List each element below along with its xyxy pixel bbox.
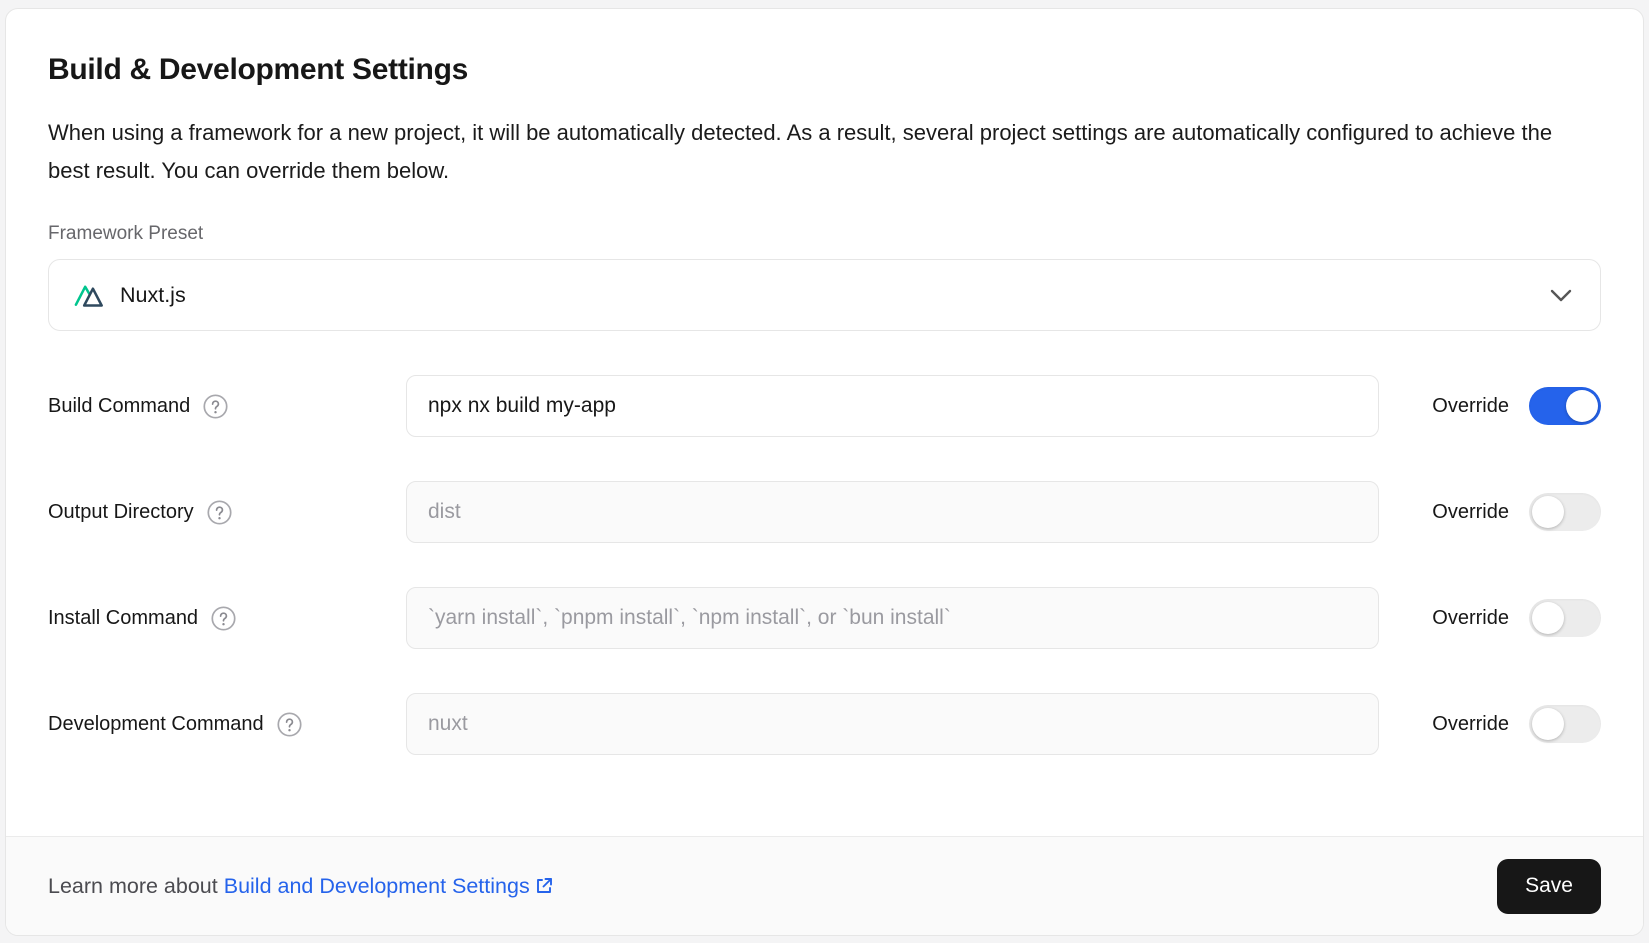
page-title: Build & Development Settings <box>48 53 1601 87</box>
toggle-knob <box>1532 602 1564 634</box>
learn-more-text: Learn more about Build and Development S… <box>48 874 554 899</box>
help-icon[interactable] <box>203 394 228 419</box>
learn-more-prefix: Learn more about <box>48 874 218 899</box>
save-button[interactable]: Save <box>1497 859 1601 914</box>
framework-preset-select[interactable]: Nuxt.js <box>48 259 1601 331</box>
toggle-knob <box>1566 390 1598 422</box>
settings-rows: Build Command Override <box>48 375 1601 755</box>
install-command-row: Install Command Override <box>48 587 1601 649</box>
card-footer: Learn more about Build and Development S… <box>6 836 1643 935</box>
card-body: Build & Development Settings When using … <box>6 9 1643 836</box>
override-label: Override <box>1432 395 1509 418</box>
development-command-input[interactable] <box>406 693 1379 755</box>
build-command-input[interactable] <box>406 375 1379 437</box>
install-command-label: Install Command <box>48 607 198 630</box>
external-link-icon <box>534 876 554 896</box>
build-settings-card: Build & Development Settings When using … <box>5 8 1644 936</box>
development-command-label: Development Command <box>48 713 264 736</box>
nuxt-logo-icon <box>74 282 107 309</box>
framework-selected-value: Nuxt.js <box>120 283 186 308</box>
help-icon[interactable] <box>211 606 236 631</box>
output-directory-input[interactable] <box>406 481 1379 543</box>
override-label: Override <box>1432 713 1509 736</box>
chevron-down-icon <box>1550 289 1572 302</box>
install-command-override-toggle[interactable] <box>1529 599 1601 637</box>
help-icon[interactable] <box>277 712 302 737</box>
build-command-label: Build Command <box>48 395 190 418</box>
install-command-input[interactable] <box>406 587 1379 649</box>
override-label: Override <box>1432 607 1509 630</box>
toggle-knob <box>1532 496 1564 528</box>
help-icon[interactable] <box>207 500 232 525</box>
development-command-override-toggle[interactable] <box>1529 705 1601 743</box>
learn-more-link[interactable]: Build and Development Settings <box>224 874 554 899</box>
build-command-override-toggle[interactable] <box>1529 387 1601 425</box>
page-description: When using a framework for a new project… <box>48 114 1553 190</box>
learn-more-link-label: Build and Development Settings <box>224 874 530 899</box>
override-label: Override <box>1432 501 1509 524</box>
toggle-knob <box>1532 708 1564 740</box>
output-directory-label: Output Directory <box>48 501 194 524</box>
output-directory-override-toggle[interactable] <box>1529 493 1601 531</box>
build-command-row: Build Command Override <box>48 375 1601 437</box>
development-command-row: Development Command Override <box>48 693 1601 755</box>
framework-preset-label: Framework Preset <box>48 223 1601 245</box>
output-directory-row: Output Directory Override <box>48 481 1601 543</box>
